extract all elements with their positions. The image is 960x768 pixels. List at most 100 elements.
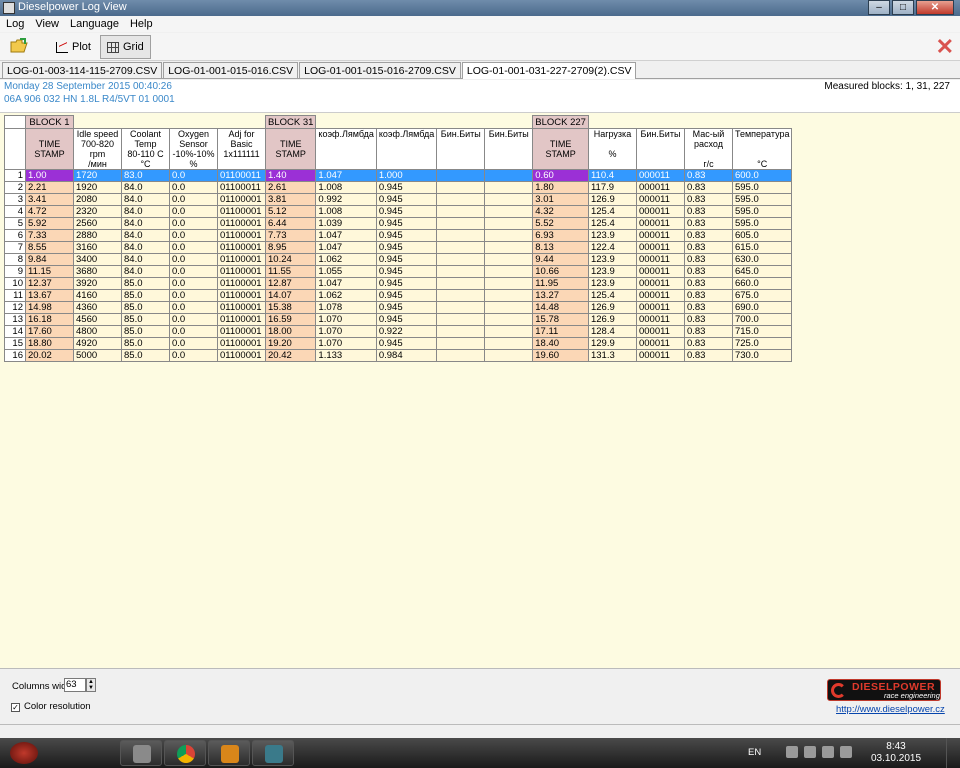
menu-help[interactable]: Help bbox=[130, 16, 153, 32]
grid-cell[interactable] bbox=[484, 241, 534, 254]
grid-cell[interactable]: 715.0 bbox=[731, 325, 793, 338]
grid-cell[interactable]: 0.0 bbox=[169, 313, 218, 326]
grid-cell[interactable]: 85.0 bbox=[121, 301, 170, 314]
grid-cell[interactable]: 4.32 bbox=[532, 205, 589, 218]
grid-cell[interactable]: 1.070 bbox=[315, 325, 377, 338]
grid-cell[interactable]: 15.38 bbox=[264, 301, 317, 314]
grid-cell[interactable]: 84.0 bbox=[121, 181, 170, 194]
grid-button[interactable]: Grid bbox=[100, 35, 151, 59]
grid-cell[interactable]: 14.98 bbox=[25, 301, 74, 314]
grid-cell[interactable]: 1.047 bbox=[315, 277, 377, 290]
grid-cell[interactable]: 0.945 bbox=[375, 301, 438, 314]
grid-cell[interactable]: 83.0 bbox=[121, 169, 170, 182]
tab-file-2[interactable]: LOG-01-001-015-016.CSV bbox=[163, 62, 299, 78]
table-row[interactable]: 16 20.02 5000 85.0 0.0 01100001 20.42 1.133 0.98… bbox=[4, 349, 793, 362]
grid-cell[interactable]: 1.070 bbox=[315, 337, 377, 350]
grid-cell[interactable]: 0.83 bbox=[683, 277, 733, 290]
grid-cell[interactable]: 10.66 bbox=[532, 265, 589, 278]
grid-cell[interactable]: 0.83 bbox=[683, 289, 733, 302]
grid-cell[interactable]: 000011 bbox=[635, 193, 685, 206]
grid-cell[interactable]: 1.055 bbox=[315, 265, 377, 278]
volume-icon[interactable] bbox=[840, 746, 852, 758]
grid-cell[interactable] bbox=[484, 205, 534, 218]
website-link[interactable]: http://www.dieselpower.cz bbox=[836, 704, 945, 715]
grid-cell[interactable]: 125.4 bbox=[587, 205, 637, 218]
taskbar-app-dieselpower[interactable] bbox=[252, 740, 294, 766]
grid-cell[interactable]: 85.0 bbox=[121, 325, 170, 338]
grid-cell[interactable]: 16.18 bbox=[25, 313, 74, 326]
grid-cell[interactable]: 690.0 bbox=[731, 301, 793, 314]
grid-cell[interactable] bbox=[436, 193, 486, 206]
grid-cell[interactable]: 9.84 bbox=[25, 253, 74, 266]
grid-cell[interactable]: 0.992 bbox=[315, 193, 377, 206]
grid-cell[interactable]: 0.945 bbox=[375, 181, 438, 194]
tab-file-4[interactable]: LOG-01-001-031-227-2709(2).CSV bbox=[461, 62, 637, 79]
grid-cell[interactable]: 7.33 bbox=[25, 229, 74, 242]
grid-cell[interactable]: 8.13 bbox=[532, 241, 589, 254]
grid-cell[interactable]: 01100011 bbox=[217, 169, 266, 182]
grid-cell[interactable]: 01100001 bbox=[217, 229, 266, 242]
grid-cell[interactable]: 0.83 bbox=[683, 241, 733, 254]
table-row[interactable]: 6 7.33 2880 84.0 0.0 01100001 7.73 1.047 0.945 6.… bbox=[4, 229, 793, 242]
grid-cell[interactable]: 0.945 bbox=[375, 277, 438, 290]
grid-cell[interactable]: 9.44 bbox=[532, 253, 589, 266]
grid-cell[interactable]: 12.87 bbox=[264, 277, 317, 290]
close-window-button[interactable]: ✕ bbox=[916, 0, 954, 15]
grid-cell[interactable]: 3160 bbox=[73, 241, 122, 254]
grid-cell[interactable]: 0.0 bbox=[169, 229, 218, 242]
grid-cell[interactable]: 0.0 bbox=[169, 301, 218, 314]
color-resolution-checkbox[interactable]: ✓ bbox=[11, 703, 20, 712]
grid-cell[interactable]: 0.0 bbox=[169, 193, 218, 206]
table-row[interactable]: 8 9.84 3400 84.0 0.0 01100001 10.24 1.062 0.945 9… bbox=[4, 253, 793, 266]
table-row[interactable]: 10 12.37 3920 85.0 0.0 01100001 12.87 1.047 0.94… bbox=[4, 277, 793, 290]
grid-cell[interactable]: 0.0 bbox=[169, 277, 218, 290]
grid-cell[interactable]: 660.0 bbox=[731, 277, 793, 290]
table-row[interactable]: 15 18.80 4920 85.0 0.0 01100001 19.20 1.070 0.94… bbox=[4, 337, 793, 350]
tab-file-1[interactable]: LOG-01-003-114-115-2709.CSV bbox=[2, 62, 163, 78]
grid-cell[interactable]: 0.0 bbox=[169, 325, 218, 338]
grid-cell[interactable]: 85.0 bbox=[121, 349, 170, 362]
grid-cell[interactable]: 0.0 bbox=[169, 205, 218, 218]
grid-cell[interactable]: 85.0 bbox=[121, 313, 170, 326]
grid-cell[interactable]: 0.83 bbox=[683, 181, 733, 194]
grid-cell[interactable]: 84.0 bbox=[121, 217, 170, 230]
grid-cell[interactable]: 0.945 bbox=[375, 265, 438, 278]
grid-cell[interactable] bbox=[436, 313, 486, 326]
grid-cell[interactable] bbox=[484, 277, 534, 290]
grid-cell[interactable]: 01100001 bbox=[217, 193, 266, 206]
plot-button[interactable]: Plot bbox=[50, 35, 97, 59]
grid-cell[interactable]: 01100001 bbox=[217, 277, 266, 290]
grid-cell[interactable]: 1.078 bbox=[315, 301, 377, 314]
grid-cell[interactable]: 123.9 bbox=[587, 265, 637, 278]
grid-cell[interactable]: 131.3 bbox=[587, 349, 637, 362]
grid-cell[interactable]: 0.60 bbox=[532, 169, 589, 182]
grid-cell[interactable]: 84.0 bbox=[121, 193, 170, 206]
grid-cell[interactable] bbox=[436, 229, 486, 242]
grid-cell[interactable]: 8.55 bbox=[25, 241, 74, 254]
grid-cell[interactable]: 84.0 bbox=[121, 205, 170, 218]
grid-cell[interactable]: 85.0 bbox=[121, 337, 170, 350]
grid-cell[interactable]: 0.83 bbox=[683, 205, 733, 218]
grid-cell[interactable] bbox=[484, 301, 534, 314]
grid-cell[interactable]: 11.55 bbox=[264, 265, 317, 278]
menu-log[interactable]: Log bbox=[6, 16, 24, 32]
grid-cell[interactable] bbox=[436, 277, 486, 290]
grid-cell[interactable] bbox=[436, 169, 486, 182]
grid-cell[interactable]: 0.984 bbox=[375, 349, 438, 362]
open-folder-icon[interactable] bbox=[10, 38, 28, 54]
grid-cell[interactable]: 000011 bbox=[635, 181, 685, 194]
grid-cell[interactable]: 0.945 bbox=[375, 229, 438, 242]
grid-cell[interactable]: 0.945 bbox=[375, 337, 438, 350]
grid-cell[interactable]: 01100001 bbox=[217, 325, 266, 338]
grid-cell[interactable]: 3.01 bbox=[532, 193, 589, 206]
grid-cell[interactable]: 725.0 bbox=[731, 337, 793, 350]
grid-cell[interactable] bbox=[484, 313, 534, 326]
grid-cell[interactable]: 000011 bbox=[635, 169, 685, 182]
grid-cell[interactable] bbox=[484, 349, 534, 362]
grid-cell[interactable]: 000011 bbox=[635, 217, 685, 230]
grid-cell[interactable]: 85.0 bbox=[121, 289, 170, 302]
grid-cell[interactable]: 19.60 bbox=[532, 349, 589, 362]
grid-cell[interactable]: 000011 bbox=[635, 301, 685, 314]
grid-cell[interactable] bbox=[436, 349, 486, 362]
grid-cell[interactable]: 01100001 bbox=[217, 349, 266, 362]
